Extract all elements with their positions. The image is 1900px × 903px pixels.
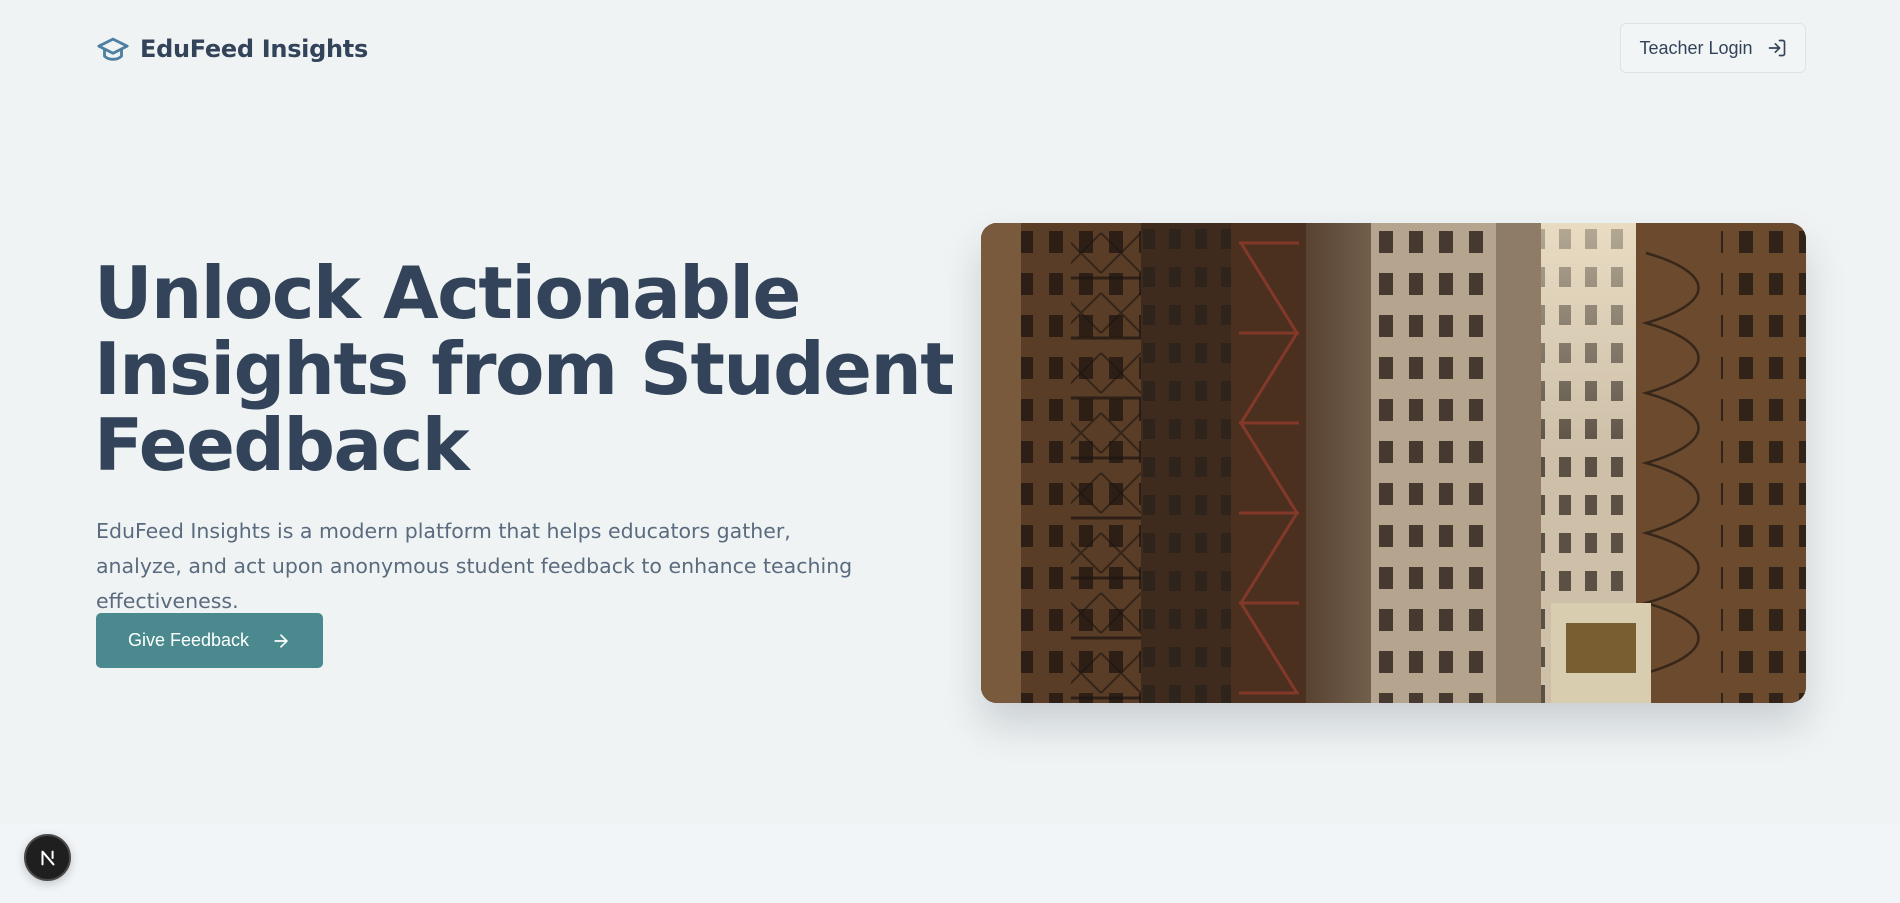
hero-title-line: Feedback	[94, 403, 470, 487]
hero-title-line: Unlock Actionable	[94, 251, 801, 335]
give-feedback-label: Give Feedback	[127, 630, 250, 650]
brand-name: EduFeed Insights	[140, 35, 368, 63]
teacher-login-label: Teacher Login	[1639, 37, 1753, 58]
hero-title-line: Insights from Student	[94, 327, 955, 411]
next-js-icon	[40, 850, 55, 865]
log-in-icon	[1767, 38, 1787, 58]
brand-link[interactable]: EduFeed Insights	[96, 30, 368, 68]
hero-title: Unlock Actionable Insights from Student …	[94, 251, 955, 487]
arrow-right-icon	[271, 631, 291, 651]
graduation-cap-icon	[96, 32, 130, 66]
landing-page: EduFeed Insights Teacher Login Unlock Ac…	[0, 0, 1900, 903]
lower-section	[0, 824, 1900, 903]
hero-description: EduFeed Insights is a modern platform th…	[96, 519, 853, 613]
teacher-login-button[interactable]: Teacher Login	[1620, 23, 1806, 73]
give-feedback-button[interactable]: Give Feedback	[96, 613, 323, 668]
city-buildings-photo	[981, 223, 1806, 703]
site-header: EduFeed Insights Teacher Login	[0, 0, 1900, 98]
hero-image	[981, 223, 1806, 703]
next-js-badge[interactable]	[24, 834, 71, 881]
